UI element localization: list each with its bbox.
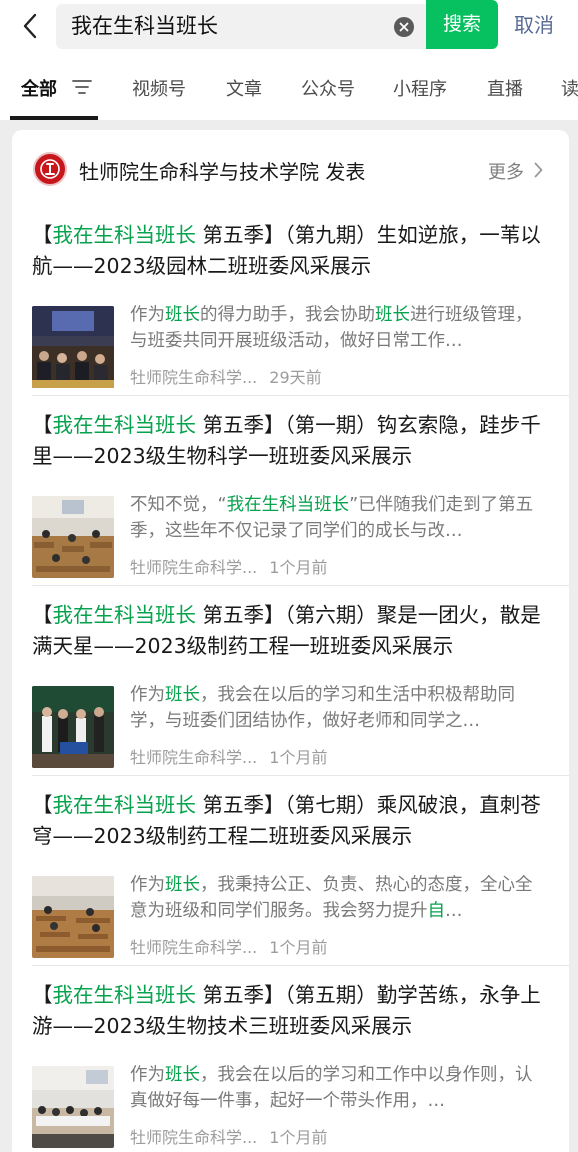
tab-channels[interactable]: 视频号 <box>132 75 186 101</box>
article-thumbnail <box>32 1066 114 1148</box>
article-snippet: 不知不觉，“我在生科当班长”已伴随我们走到了第五季，这些年不仅记录了同学们的成长… <box>130 495 534 541</box>
article-meta: 牡师院生命科学... 1个月前 <box>130 554 327 578</box>
article-title: 【我在生科当班长 第五季】（第五期）勤学苦练，永争上游——2023级生物技术三班… <box>32 983 541 1038</box>
article-source: 牡师院生命科学... <box>130 558 258 577</box>
article-snippet: 作为班长的得力助手，我会协助班长进行班级管理，与班委共同开展班级活动，做好日常工… <box>130 305 533 351</box>
search-input[interactable]: 我在生科当班长 <box>56 4 426 49</box>
clear-icon[interactable] <box>394 17 414 37</box>
article-title: 【我在生科当班长 第五季】（第一期）钩玄索隐，跬步千里——2023级生物科学一班… <box>32 413 541 468</box>
tab-official-accounts[interactable]: 公众号 <box>301 75 355 101</box>
article-source: 牡师院生命科学... <box>130 748 258 767</box>
article-time: 1个月前 <box>269 748 328 767</box>
article-thumbnail <box>32 686 114 768</box>
article-title: 【我在生科当班长 第五季】（第七期）乘风破浪，直刺苍穹——2023级制药工程二班… <box>32 793 541 848</box>
filter-icon[interactable] <box>72 79 92 95</box>
back-icon[interactable] <box>14 10 46 42</box>
article-snippet: 作为班长，我秉持公正、负责、热心的态度，全心全意为班级和同学们服务。我会努力提升… <box>130 875 533 921</box>
article-time: 29天前 <box>269 368 322 387</box>
tab-mini-programs[interactable]: 小程序 <box>393 75 447 101</box>
search-query-text: 我在生科当班长 <box>71 14 218 38</box>
list-item[interactable]: 【我在生科当班长 第五季】（第七期）乘风破浪，直刺苍穹——2023级制药工程二班… <box>32 776 569 966</box>
source-header[interactable]: 牡师院生命科学与技术学院 发表 更多 <box>12 130 569 206</box>
chevron-right-icon[interactable] <box>534 162 543 182</box>
article-time: 1个月前 <box>269 558 328 577</box>
article-thumbnail <box>32 876 114 958</box>
article-snippet: 作为班长，我会在以后的学习和生活中积极帮助同学，与班委们团结协作，做好老师和同学… <box>130 685 515 731</box>
article-snippet: 作为班长，我会在以后的学习和工作中以身作则，认真做好每一件事，起好一个带头作用，… <box>130 1065 533 1111</box>
search-header: 我在生科当班长 搜索 取消 <box>0 0 578 56</box>
article-time: 1个月前 <box>269 1128 328 1147</box>
source-name: 牡师院生命科学与技术学院 发表 <box>79 160 366 184</box>
article-source: 牡师院生命科学... <box>130 938 258 957</box>
article-time: 1个月前 <box>269 938 328 957</box>
cancel-button[interactable]: 取消 <box>514 0 554 50</box>
article-thumbnail <box>32 306 114 388</box>
tab-all[interactable]: 全部 <box>21 75 57 101</box>
list-item[interactable]: 【我在生科当班长 第五季】（第六期）聚是一团火，散是满天星——2023级制药工程… <box>32 586 569 776</box>
article-meta: 牡师院生命科学... 1个月前 <box>130 1124 327 1148</box>
article-title: 【我在生科当班长 第五季】（第六期）聚是一团火，散是满天星——2023级制药工程… <box>32 603 541 658</box>
article-meta: 牡师院生命科学... 1个月前 <box>130 934 327 958</box>
tab-bar: 全部 视频号 文章 公众号 小程序 直播 读 <box>0 56 578 120</box>
list-item[interactable]: 【我在生科当班长 第五季】（第一期）钩玄索隐，跬步千里——2023级生物科学一班… <box>32 396 569 586</box>
active-tab-indicator <box>10 116 98 120</box>
tab-live[interactable]: 直播 <box>487 75 523 101</box>
article-title: 【我在生科当班长 第五季】（第九期）生如逆旅，一苇以航——2023级园林二班班委… <box>32 223 541 278</box>
tab-read[interactable]: 读 <box>561 75 578 101</box>
article-source: 牡师院生命科学... <box>130 368 258 387</box>
article-source: 牡师院生命科学... <box>130 1128 258 1147</box>
results-card: 牡师院生命科学与技术学院 发表 更多 【我在生科当班长 第五季】（第九期）生如逆… <box>12 130 569 1152</box>
search-button[interactable]: 搜索 <box>426 0 498 49</box>
list-item[interactable]: 【我在生科当班长 第五季】（第五期）勤学苦练，永争上游——2023级生物技术三班… <box>32 966 569 1152</box>
article-thumbnail <box>32 496 114 578</box>
account-logo <box>33 152 67 186</box>
article-meta: 牡师院生命科学... 1个月前 <box>130 744 327 768</box>
list-item[interactable]: 【我在生科当班长 第五季】（第九期）生如逆旅，一苇以航——2023级园林二班班委… <box>32 206 569 396</box>
tab-articles[interactable]: 文章 <box>226 75 262 101</box>
more-link[interactable]: 更多 <box>488 158 524 184</box>
article-meta: 牡师院生命科学... 29天前 <box>130 364 322 388</box>
